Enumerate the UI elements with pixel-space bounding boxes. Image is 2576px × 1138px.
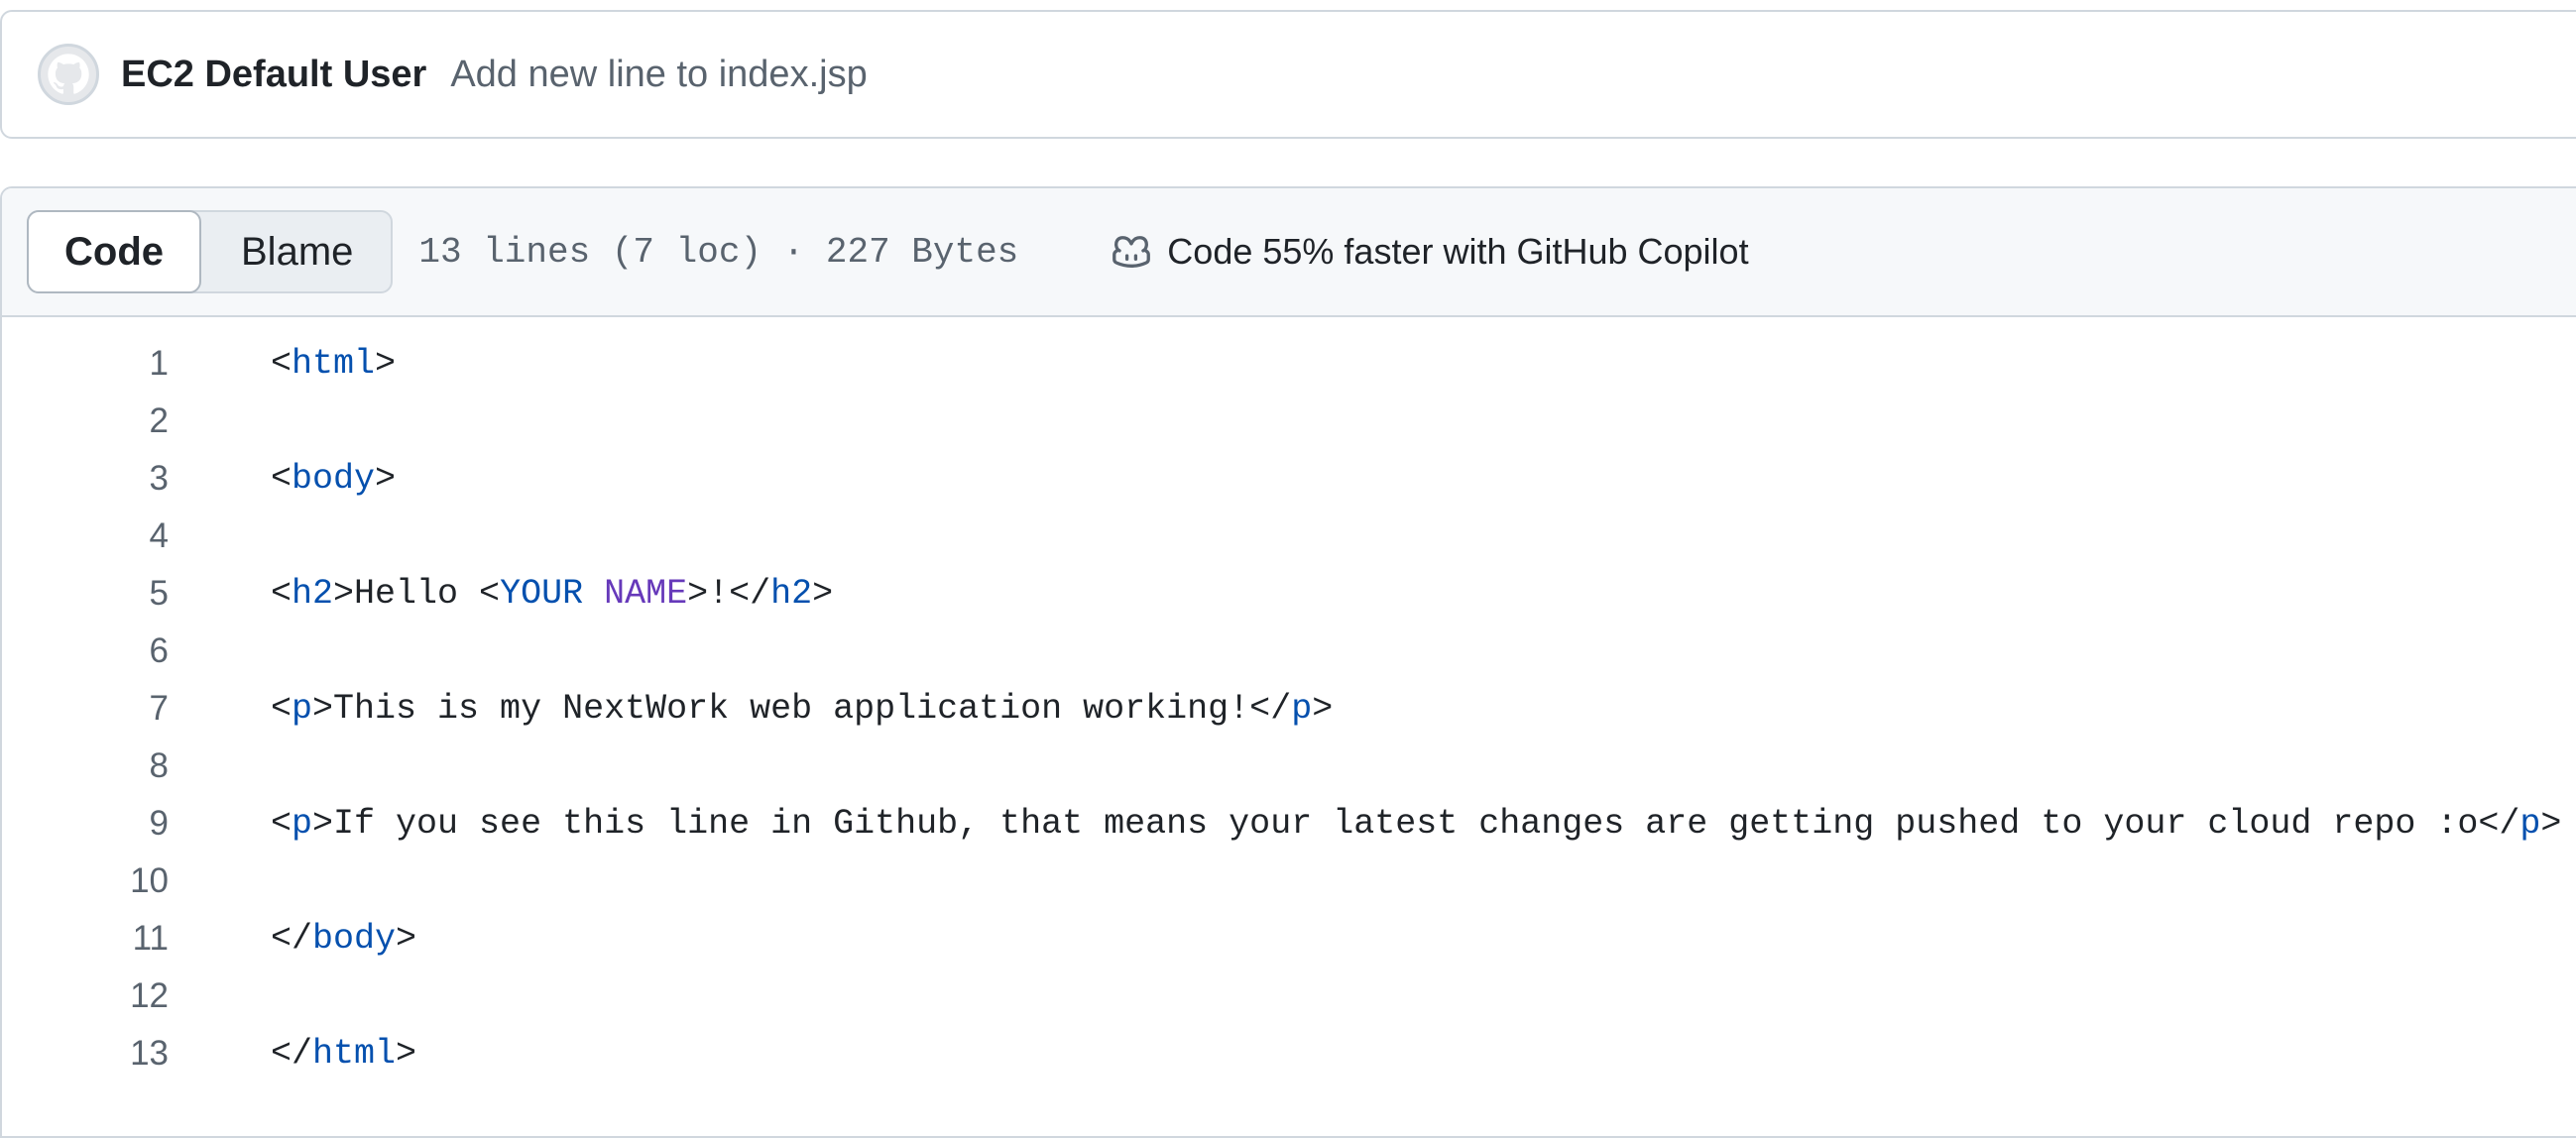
code-token-tag: p bbox=[292, 804, 313, 844]
line-number[interactable]: 1 bbox=[2, 344, 169, 384]
code-token: < bbox=[271, 459, 293, 499]
file-stats: 13 lines (7 loc) · 227 Bytes bbox=[418, 231, 1019, 273]
code-line: 10 bbox=[2, 853, 2576, 910]
code-blame-toggle: Code Blame bbox=[27, 210, 394, 293]
line-number[interactable]: 7 bbox=[2, 689, 169, 729]
line-number[interactable]: 12 bbox=[2, 976, 169, 1016]
line-number[interactable]: 10 bbox=[2, 861, 169, 901]
commit-message[interactable]: Add new line to index.jsp bbox=[450, 54, 867, 96]
line-number[interactable]: 2 bbox=[2, 401, 169, 441]
code-token: < bbox=[271, 344, 293, 384]
code-line: 5 <h2>Hello <YOUR NAME>!</h2> bbox=[2, 565, 2576, 623]
line-number[interactable]: 6 bbox=[2, 631, 169, 671]
line-code: <p>If you see this line in Github, that … bbox=[271, 804, 2561, 844]
code-token-tag: YOUR bbox=[500, 574, 584, 614]
code-line: 12 bbox=[2, 967, 2576, 1025]
code-token: > bbox=[396, 1034, 417, 1074]
line-number[interactable]: 13 bbox=[2, 1034, 169, 1074]
code-line: 9 <p>If you see this line in Github, that… bbox=[2, 795, 2576, 853]
line-number[interactable]: 11 bbox=[2, 919, 169, 959]
line-code: <h2>Hello <YOUR NAME>!</h2> bbox=[271, 574, 833, 614]
copilot-promo[interactable]: Code 55% faster with GitHub Copilot bbox=[1110, 230, 1749, 274]
code-token-tag: html bbox=[292, 344, 376, 384]
line-number[interactable]: 4 bbox=[2, 516, 169, 556]
code-token: </ bbox=[271, 1034, 313, 1074]
line-code: <html> bbox=[271, 344, 396, 384]
code-token: > bbox=[375, 459, 397, 499]
tab-blame[interactable]: Blame bbox=[199, 212, 391, 291]
code-line: 11 </body> bbox=[2, 910, 2576, 967]
octocat-icon bbox=[48, 54, 89, 94]
commit-author[interactable]: EC2 Default User bbox=[121, 54, 426, 96]
copilot-promo-text[interactable]: Code 55% faster with GitHub Copilot bbox=[1167, 231, 1748, 273]
code-token: >If you see this line in Github, that me… bbox=[312, 804, 2520, 844]
code-line: 2 bbox=[2, 393, 2576, 450]
code-token: > bbox=[812, 574, 834, 614]
code-token-tag: p bbox=[2519, 804, 2541, 844]
github-avatar-icon[interactable] bbox=[38, 44, 99, 105]
code-token-tag: body bbox=[292, 459, 376, 499]
code-token: > bbox=[1312, 689, 1334, 729]
code-token: >!</ bbox=[687, 574, 771, 614]
code-token: < bbox=[271, 689, 293, 729]
line-code: <body> bbox=[271, 459, 396, 499]
line-code: </html> bbox=[271, 1034, 416, 1074]
tab-code[interactable]: Code bbox=[27, 210, 201, 293]
code-token: < bbox=[271, 574, 293, 614]
copilot-icon bbox=[1112, 236, 1151, 268]
code-token: > bbox=[396, 919, 417, 959]
code-token: >Hello < bbox=[333, 574, 501, 614]
code-line: 4 bbox=[2, 508, 2576, 565]
line-number[interactable]: 8 bbox=[2, 746, 169, 786]
code-line: 3 <body> bbox=[2, 450, 2576, 508]
code-token-tag: p bbox=[1291, 689, 1313, 729]
code-token: >This is my NextWork web application wor… bbox=[312, 689, 1292, 729]
code-line: 7 <p>This is my NextWork web application … bbox=[2, 680, 2576, 738]
code-token-tag: p bbox=[292, 689, 313, 729]
file-header: Code Blame 13 lines (7 loc) · 227 Bytes … bbox=[2, 188, 2576, 317]
code-token-tag: h2 bbox=[770, 574, 813, 614]
code-line: 13 </html> bbox=[2, 1025, 2576, 1082]
code-token: </ bbox=[271, 919, 313, 959]
line-code: <p>This is my NextWork web application w… bbox=[271, 689, 1333, 729]
code-token-tag: body bbox=[312, 919, 397, 959]
code-token-ent: NAME bbox=[604, 574, 688, 614]
line-number[interactable]: 3 bbox=[2, 459, 169, 499]
code-token-tag: html bbox=[312, 1034, 397, 1074]
code-token: < bbox=[271, 804, 293, 844]
code-listing[interactable]: 1 <html> 2 3 <body> 4 5 <h2>Hello <YOUR NAME>!<… bbox=[2, 317, 2576, 1082]
code-line: 6 bbox=[2, 623, 2576, 680]
code-token: > bbox=[375, 344, 397, 384]
code-line: 1 <html> bbox=[2, 335, 2576, 393]
code-token-tag: h2 bbox=[292, 574, 334, 614]
latest-commit-bar: EC2 Default User Add new line to index.j… bbox=[0, 10, 2576, 139]
line-code: </body> bbox=[271, 919, 416, 959]
file-viewer: Code Blame 13 lines (7 loc) · 227 Bytes … bbox=[0, 186, 2576, 1138]
line-number[interactable]: 5 bbox=[2, 574, 169, 614]
code-line: 8 bbox=[2, 738, 2576, 795]
code-token: > bbox=[2540, 804, 2562, 844]
line-number[interactable]: 9 bbox=[2, 804, 169, 844]
